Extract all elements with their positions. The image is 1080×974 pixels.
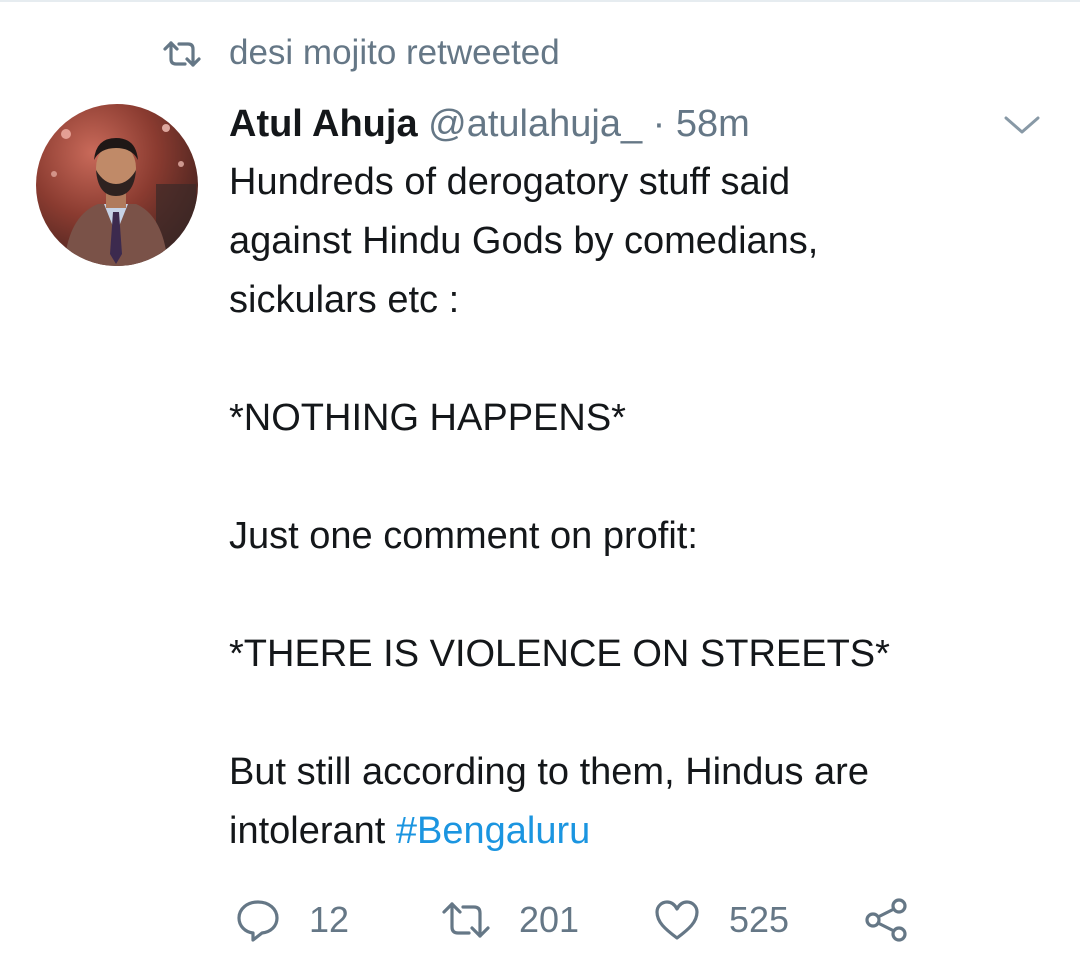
tweet-timestamp[interactable]: 58m bbox=[676, 103, 750, 145]
share-button[interactable] bbox=[863, 890, 911, 950]
header-separator: · bbox=[652, 103, 666, 145]
author-handle[interactable]: @atulahuja_ bbox=[428, 103, 642, 145]
like-count: 525 bbox=[729, 899, 790, 940]
avatar[interactable] bbox=[36, 104, 198, 266]
heart-icon bbox=[653, 898, 701, 942]
reply-count: 12 bbox=[309, 899, 350, 940]
tweet-header: Atul Ahuja @atulahuja_ · 58m bbox=[229, 96, 1029, 152]
chevron-down-icon[interactable] bbox=[1002, 110, 1042, 138]
reply-button[interactable]: 12 bbox=[235, 890, 349, 950]
tweet-text-content: Hundreds of derogatory stuff said agains… bbox=[229, 161, 890, 852]
share-icon bbox=[863, 896, 911, 944]
retweet-count: 201 bbox=[519, 899, 580, 940]
retweet-icon bbox=[441, 900, 491, 940]
tweet-actions: 12 201 525 bbox=[229, 890, 989, 950]
author-display-name[interactable]: Atul Ahuja bbox=[229, 103, 418, 145]
retweet-button[interactable]: 201 bbox=[441, 890, 579, 950]
like-button[interactable]: 525 bbox=[653, 890, 789, 950]
tweet-body[interactable]: Atul Ahuja @atulahuja_ · 58m Hundreds of… bbox=[229, 96, 1029, 861]
tweet-text: Hundreds of derogatory stuff said agains… bbox=[229, 153, 1029, 861]
retweet-context[interactable]: desi mojito retweeted bbox=[162, 28, 560, 78]
top-divider bbox=[0, 0, 1080, 2]
hashtag-link[interactable]: #Bengaluru bbox=[396, 810, 590, 852]
reply-icon bbox=[235, 897, 281, 943]
retweet-icon bbox=[162, 38, 202, 68]
retweet-context-text: desi mojito retweeted bbox=[229, 33, 560, 72]
